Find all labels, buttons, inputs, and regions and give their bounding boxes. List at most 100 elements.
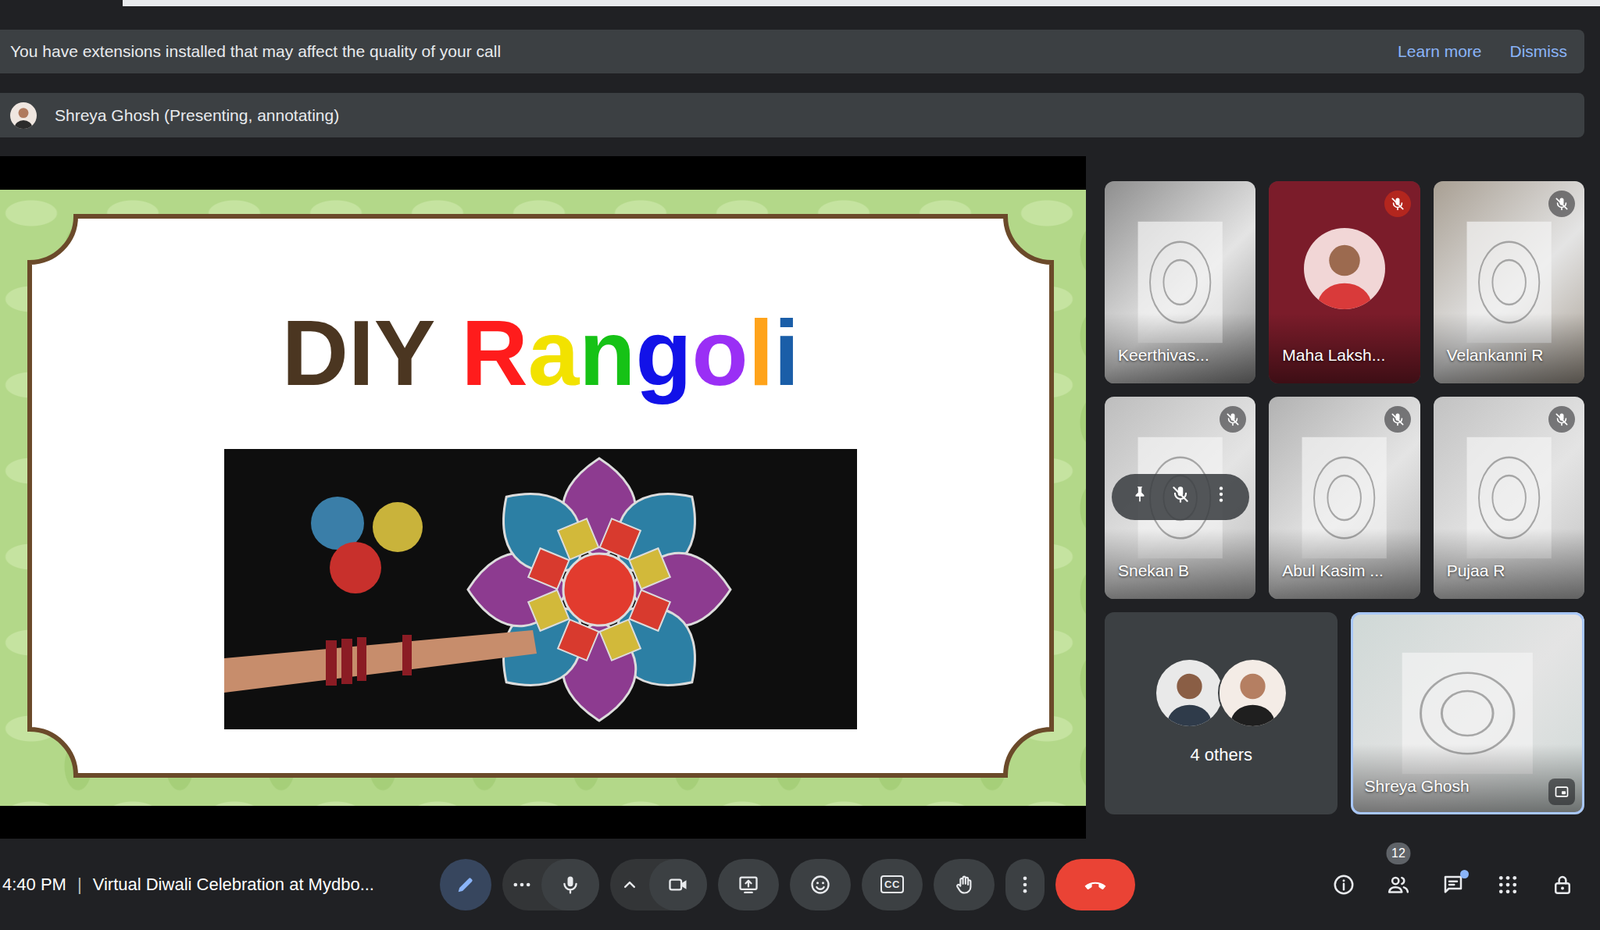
participant-name: Keerthivas... bbox=[1117, 342, 1210, 368]
slide-content: DIYRangoli bbox=[27, 214, 1054, 731]
people-icon bbox=[1386, 873, 1411, 897]
title-word: DIY bbox=[282, 298, 436, 410]
title-letters: R bbox=[461, 301, 529, 405]
other-avatar bbox=[1154, 658, 1225, 729]
participant-name: Snekan B bbox=[1117, 558, 1190, 584]
participant-count-badge: 12 bbox=[1386, 842, 1411, 865]
title-letters: DIY bbox=[282, 301, 436, 405]
captions-icon: CC bbox=[880, 875, 904, 894]
tile-actions bbox=[1111, 474, 1250, 521]
annotate-button[interactable] bbox=[439, 859, 492, 911]
presentation-stage: DIYRangoli bbox=[0, 156, 1086, 840]
unread-dot bbox=[1460, 870, 1469, 879]
extensions-notice: You have extensions installed that may a… bbox=[0, 29, 1585, 74]
participant-name: Abul Kasim ... bbox=[1282, 558, 1384, 584]
hand-icon bbox=[953, 874, 975, 897]
participant-tile[interactable]: Abul Kasim ... bbox=[1268, 396, 1420, 600]
participant-tile[interactable]: Velankanni R bbox=[1433, 181, 1585, 384]
camera-button[interactable] bbox=[649, 859, 708, 911]
more-icon bbox=[1014, 874, 1036, 897]
meeting-details-button[interactable] bbox=[1328, 869, 1360, 901]
info-icon bbox=[1332, 873, 1356, 897]
participant-tile[interactable]: Pujaa R bbox=[1433, 396, 1585, 600]
people-button[interactable]: 12 bbox=[1382, 869, 1415, 901]
title-word: Rangoli bbox=[461, 298, 800, 410]
meeting-main: DIYRangoli Keerthivas... Maha Laksh... Vela… bbox=[0, 156, 1600, 840]
more-icon bbox=[1210, 484, 1232, 505]
video-options-button[interactable] bbox=[610, 859, 650, 911]
present-screen-icon bbox=[737, 874, 760, 897]
participant-tile[interactable]: Shreya Ghosh bbox=[1350, 612, 1585, 815]
present-button[interactable] bbox=[717, 859, 779, 911]
reactions-button[interactable] bbox=[789, 859, 851, 911]
presenter-label: Shreya Ghosh (Presenting, annotating) bbox=[54, 103, 340, 129]
mute-indicator bbox=[1219, 406, 1247, 433]
emoji-icon bbox=[809, 874, 832, 897]
chevron-up-icon bbox=[618, 874, 641, 897]
dismiss-button[interactable]: Dismiss bbox=[1510, 35, 1568, 68]
speaker-ring bbox=[1268, 396, 1420, 600]
captions-button[interactable]: CC bbox=[861, 859, 923, 911]
audio-options-button[interactable] bbox=[502, 859, 542, 911]
slide-title: DIYRangoli bbox=[27, 298, 1054, 410]
browser-strip bbox=[122, 0, 1600, 7]
other-avatar bbox=[1217, 658, 1288, 729]
control-bar: 4:40 PM | Virtual Diwali Celebration at My… bbox=[0, 839, 1600, 930]
participant-name: Shreya Ghosh bbox=[1364, 774, 1469, 800]
microphone-icon bbox=[559, 874, 582, 897]
mute-indicator bbox=[1548, 621, 1575, 649]
pin-icon bbox=[1129, 484, 1150, 505]
lock-icon bbox=[1550, 873, 1575, 897]
mute-indicator bbox=[1384, 190, 1411, 218]
participant-name: Velankanni R bbox=[1446, 342, 1544, 368]
mute-button[interactable] bbox=[1170, 484, 1191, 511]
speaker-ring bbox=[1104, 181, 1256, 384]
clock: 4:40 PM bbox=[2, 875, 67, 895]
activities-button[interactable] bbox=[1492, 869, 1524, 901]
chat-button[interactable] bbox=[1437, 869, 1469, 901]
meeting-title[interactable]: Virtual Diwali Celebration at Mydbo... bbox=[92, 875, 375, 895]
title-letters: o bbox=[692, 301, 749, 405]
notice-message: You have extensions installed that may a… bbox=[10, 39, 501, 65]
title-letters: l bbox=[748, 301, 775, 405]
learn-more-link[interactable]: Learn more bbox=[1397, 35, 1482, 68]
pen-icon bbox=[454, 874, 477, 897]
notice-actions: Learn more Dismiss bbox=[1397, 35, 1568, 68]
mute-indicator bbox=[1548, 190, 1575, 218]
title-letters: a bbox=[528, 301, 580, 405]
captions-glyph: CC bbox=[880, 875, 904, 894]
mic-off-icon bbox=[1389, 411, 1406, 428]
raise-hand-button[interactable] bbox=[933, 859, 995, 911]
host-controls-button[interactable] bbox=[1546, 869, 1579, 901]
participant-tile[interactable]: Snekan B bbox=[1104, 396, 1256, 600]
title-letters: i bbox=[773, 301, 800, 405]
meeting-details: 4:40 PM | Virtual Diwali Celebration at My… bbox=[2, 871, 440, 898]
pin-button[interactable] bbox=[1129, 484, 1150, 511]
mute-indicator bbox=[1548, 406, 1575, 433]
presenter-bar: Shreya Ghosh (Presenting, annotating) bbox=[0, 92, 1585, 138]
participant-tile[interactable]: Keerthivas... bbox=[1104, 181, 1256, 384]
speaker-ring bbox=[1433, 181, 1585, 384]
others-label: 4 others bbox=[1189, 742, 1253, 768]
microphone-button[interactable] bbox=[541, 859, 600, 911]
mic-off-icon bbox=[1553, 196, 1570, 212]
participant-avatar bbox=[1303, 228, 1386, 310]
call-controls: CC bbox=[439, 859, 1136, 911]
speaker-ring bbox=[1104, 396, 1256, 600]
more-options-button[interactable] bbox=[1210, 484, 1232, 511]
mic-off-icon bbox=[1170, 484, 1191, 505]
separator: | bbox=[77, 875, 83, 895]
mic-off-icon bbox=[1553, 411, 1570, 428]
participant-tile[interactable]: Maha Laksh... bbox=[1268, 181, 1420, 384]
audio-group bbox=[502, 859, 600, 911]
video-group bbox=[610, 859, 708, 911]
others-avatars bbox=[1157, 658, 1285, 729]
phone-hangup-icon bbox=[1082, 871, 1109, 899]
slide: DIYRangoli bbox=[0, 189, 1086, 807]
title-letters: g bbox=[635, 301, 692, 405]
more-icon bbox=[510, 874, 533, 897]
others-tile[interactable]: 4 others bbox=[1104, 612, 1338, 815]
leave-call-button[interactable] bbox=[1055, 859, 1136, 911]
more-options-button[interactable] bbox=[1005, 859, 1045, 911]
pip-button[interactable] bbox=[1548, 778, 1575, 806]
